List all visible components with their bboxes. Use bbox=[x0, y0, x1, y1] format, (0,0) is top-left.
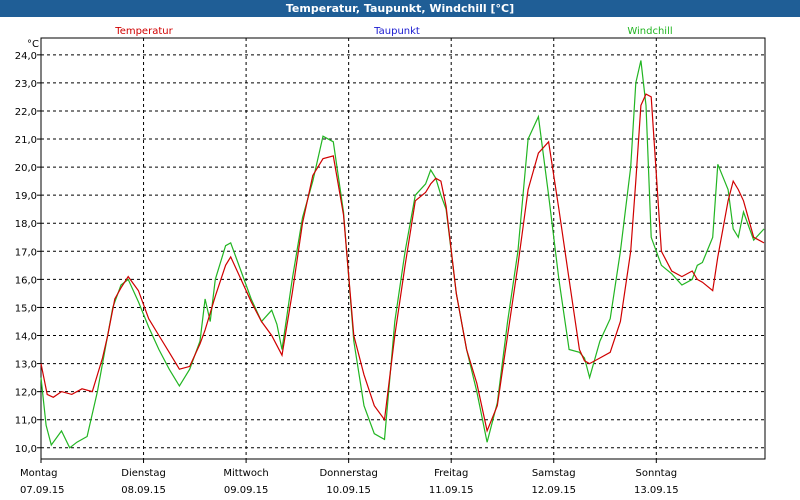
y-tick-label: 12,0 bbox=[15, 388, 37, 399]
x-tick-date: 12.09.15 bbox=[531, 485, 576, 496]
y-tick-label: 15,0 bbox=[15, 303, 37, 314]
y-tick-label: 18,0 bbox=[15, 219, 37, 230]
x-tick-day: Donnerstag bbox=[319, 468, 377, 479]
x-tick-date: 10.09.15 bbox=[326, 485, 371, 496]
y-tick-label: 10,0 bbox=[15, 444, 37, 455]
legend-taupunkt: Taupunkt bbox=[373, 26, 420, 37]
y-tick-label: 13,0 bbox=[15, 360, 37, 371]
y-tick-label: 21,0 bbox=[15, 135, 37, 146]
y-tick-label: 11,0 bbox=[15, 416, 37, 427]
x-tick-day: Mittwoch bbox=[223, 468, 268, 479]
y-tick-label: 24,0 bbox=[15, 51, 37, 62]
y-tick-label: 22,0 bbox=[15, 107, 37, 118]
y-tick-label: 14,0 bbox=[15, 332, 37, 343]
x-tick-day: Montag bbox=[20, 468, 57, 479]
y-tick-label: 23,0 bbox=[15, 79, 37, 90]
y-tick-label: 20,0 bbox=[15, 163, 37, 174]
y-tick-label: 16,0 bbox=[15, 275, 37, 286]
x-tick-date: 09.09.15 bbox=[224, 485, 269, 496]
y-tick-label: 17,0 bbox=[15, 247, 37, 258]
line-chart: 10,0 11,0 12,0 13,0 14,0 15,0 16,0 17,0 18,0 19,0… bbox=[15, 26, 766, 496]
x-tick-date: 13.09.15 bbox=[634, 485, 679, 496]
legend-temperatur: Temperatur bbox=[114, 26, 173, 37]
y-tick-label: 19,0 bbox=[15, 191, 37, 202]
x-axis-ticks: Montag 07.09.15 Dienstag 08.09.15 Mittwoch 09… bbox=[20, 459, 679, 496]
x-tick-date: 07.09.15 bbox=[20, 485, 65, 496]
x-tick-day: Dienstag bbox=[121, 468, 166, 479]
y-axis-ticks: 10,0 11,0 12,0 13,0 14,0 15,0 16,0 17,0 18,0 19,0… bbox=[15, 51, 41, 455]
x-tick-day: Freitag bbox=[434, 468, 468, 479]
chart-window: Temperatur, Taupunkt, Windchill [°C] 10,… bbox=[0, 0, 800, 500]
x-tick-date: 11.09.15 bbox=[429, 485, 474, 496]
x-tick-day: Samstag bbox=[532, 468, 576, 479]
y-axis-unit: °C bbox=[27, 39, 39, 50]
x-tick-day: Sonntag bbox=[636, 468, 678, 479]
legend-windchill: Windchill bbox=[627, 26, 672, 37]
x-tick-date: 08.09.15 bbox=[121, 485, 166, 496]
